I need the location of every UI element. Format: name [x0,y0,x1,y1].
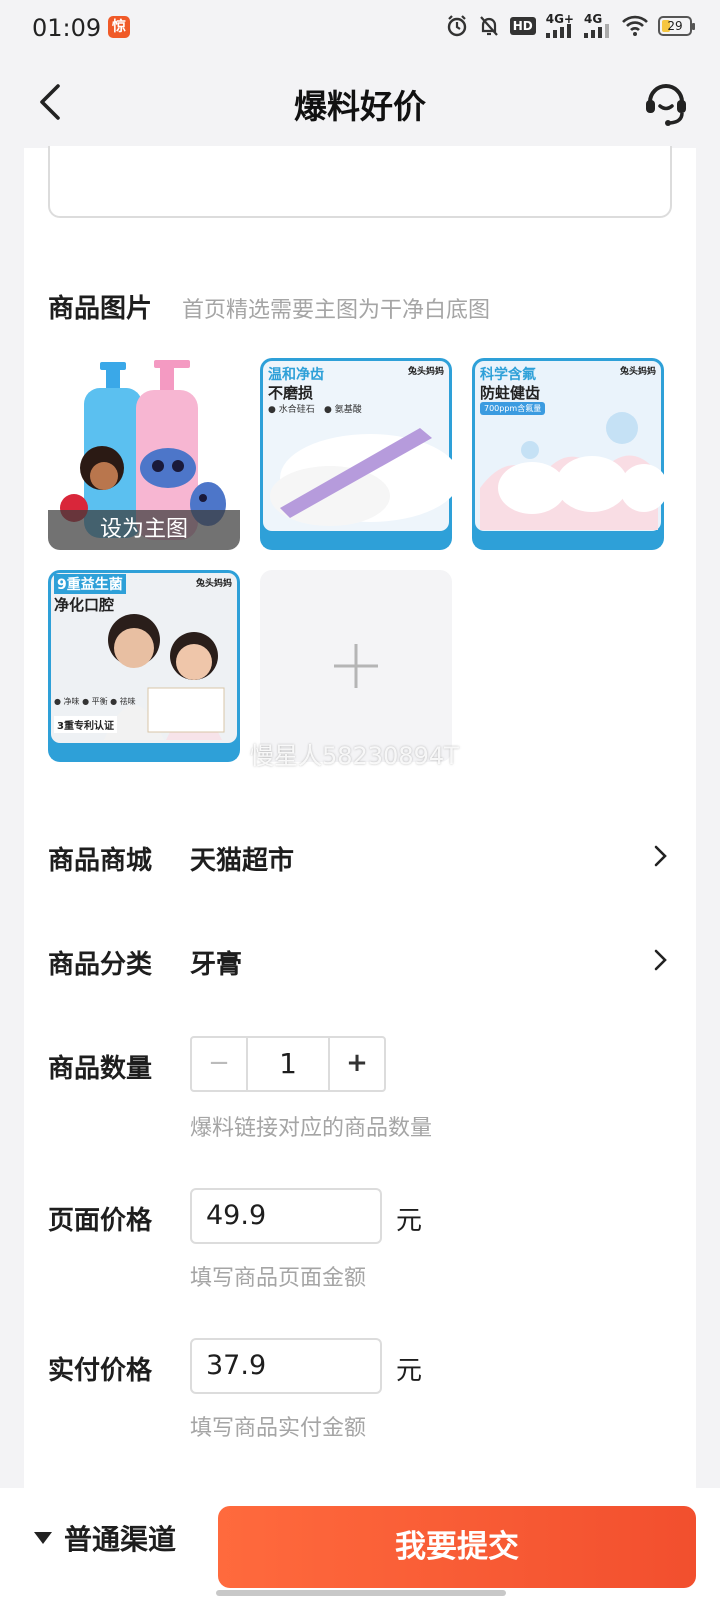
form-card: 商品图片 首页精选需要主图为干净白底图 设为主图 温和净齿 不磨损 ● 水合硅石… [24,146,696,1488]
product-image-4[interactable]: 9重益生菌 净化口腔 ● 净味 ● 平衡 ● 祛味 3重专利认证 兔头妈妈 [48,570,240,762]
paid-price-unit: 元 [396,1356,423,1386]
page-price-unit: 元 [396,1206,423,1236]
page-price-hint: 填写商品页面金额 [190,1266,367,1291]
signal-4g-plus-icon: 4G+ [545,13,574,38]
set-main-image-button[interactable]: 设为主图 [48,510,240,550]
channel-label: 普通渠道 [64,1523,177,1556]
tile-tag: ● 水合硅石 [268,405,315,415]
brand-logo: 兔头妈妈 [195,579,232,589]
watermark: 慢星人58230894T [250,742,459,770]
increment-button[interactable]: + [328,1038,384,1090]
images-label: 商品图片 [48,294,153,324]
battery-icon: 29 [658,16,695,36]
description-textarea[interactable] [48,146,672,218]
mall-value[interactable]: 天猫超市 [190,840,294,877]
bottom-bar: 普通渠道 我要提交 [0,1488,720,1600]
tile-tags: ● 净味 ● 平衡 ● 祛味 [54,697,136,706]
plus-icon [334,644,378,688]
status-bar: 01:09 惊 HD 4G+ 4G 29 [0,0,720,58]
mute-bell-icon [479,16,498,36]
tile-subheadline: 防蛀健齿 [480,384,541,402]
decrement-button[interactable]: − [192,1038,248,1090]
status-time: 01:09 [32,14,102,42]
product-image-2[interactable]: 温和净齿 不磨损 ● 水合硅石 ● 氨基酸 兔头妈妈 [260,358,452,550]
alarm-icon [447,15,466,37]
chevron-right-icon[interactable] [650,946,670,974]
tile-subheadline: 不磨损 [268,384,314,402]
page-title: 爆料好价 [294,87,426,126]
images-hint: 首页精选需要主图为干净白底图 [182,298,491,323]
category-value[interactable]: 牙膏 [190,944,242,981]
quantity-label: 商品数量 [48,1054,153,1084]
paid-price-input[interactable]: 37.9 [190,1338,382,1394]
tile-badge: 700ppm含氟量 [480,402,546,415]
tile-footer: 3重专利认证 [54,716,117,733]
chevron-right-icon[interactable] [650,842,670,870]
tile-headline: 科学含氟 [480,367,536,383]
category-label: 商品分类 [48,950,153,980]
wifi-icon [622,15,648,36]
submit-button[interactable]: 我要提交 [218,1506,696,1588]
product-image-3[interactable]: 科学含氟 防蛀健齿 700ppm含氟量 兔头妈妈 [472,358,664,550]
tile-headline: 9重益生菌 [54,574,126,594]
app-notification-icon: 惊 [108,16,130,38]
home-indicator[interactable] [216,1590,506,1596]
paid-price-hint: 填写商品实付金额 [190,1416,367,1441]
tile-subheadline: 净化口腔 [54,596,115,614]
brand-logo: 兔头妈妈 [619,367,656,377]
hd-icon: HD [509,17,536,35]
add-image-button[interactable] [260,570,452,762]
status-icons: HD 4G+ 4G 29 [446,13,695,38]
mall-label: 商品商城 [48,846,153,876]
product-image-main[interactable]: 设为主图 [48,358,240,550]
signal-4g-icon: 4G [584,13,612,38]
quantity-stepper: − 1 + [190,1036,386,1092]
quantity-hint: 爆料链接对应的商品数量 [190,1116,433,1141]
header: 爆料好价 [0,58,720,148]
tile-headline: 温和净齿 [268,367,324,383]
quantity-input[interactable]: 1 [248,1038,328,1090]
page-price-label: 页面价格 [48,1206,153,1236]
brand-logo: 兔头妈妈 [407,367,444,377]
page-price-input[interactable]: 49.9 [190,1188,382,1244]
channel-selector[interactable]: 普通渠道 [34,1518,176,1558]
customer-service-icon[interactable] [642,76,690,128]
caret-down-icon [34,1532,52,1544]
paid-price-label: 实付价格 [48,1356,153,1386]
tile-tag: ● 氨基酸 [324,405,362,415]
